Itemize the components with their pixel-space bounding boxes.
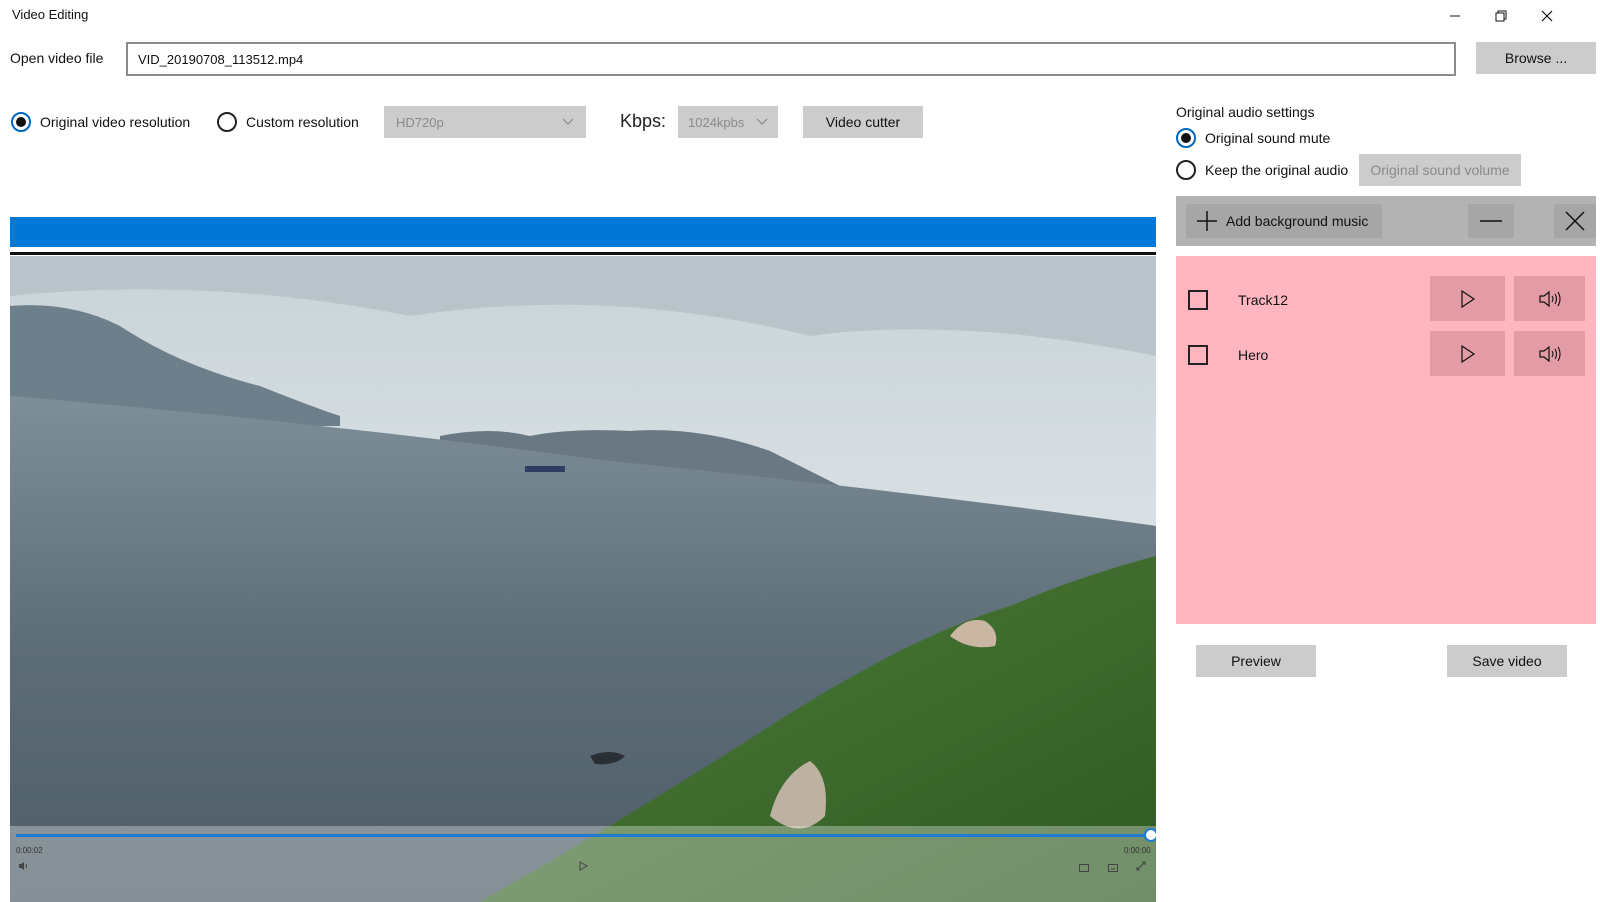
minimize-icon	[1450, 15, 1460, 17]
track-play-button[interactable]	[1430, 276, 1505, 321]
close-icon	[1565, 211, 1585, 231]
original-resolution-label: Original video resolution	[40, 114, 191, 130]
kbps-label: Kbps:	[620, 111, 667, 131]
sound-mute-label: Original sound mute	[1205, 130, 1331, 146]
video-file-input[interactable]	[126, 42, 1456, 76]
chevron-down-icon	[562, 118, 574, 125]
track-volume-button[interactable]	[1514, 276, 1585, 321]
restore-icon	[1495, 10, 1507, 22]
keep-audio-label: Keep the original audio	[1205, 162, 1349, 178]
minimize-button[interactable]	[1432, 0, 1478, 32]
original-sound-volume-button[interactable]: Original sound volume	[1359, 154, 1521, 186]
track-name: Hero	[1238, 347, 1269, 363]
seek-bar[interactable]	[16, 834, 1152, 837]
resolution-preset-value: HD720p	[396, 114, 444, 130]
browse-button[interactable]: Browse ...	[1476, 42, 1596, 74]
timeline-bar[interactable]	[10, 217, 1156, 247]
total-time: 0:00:00	[1124, 846, 1151, 855]
chevron-down-icon	[756, 118, 768, 125]
video-cutter-button[interactable]: Video cutter	[803, 106, 923, 138]
clear-music-button[interactable]	[1554, 204, 1596, 238]
video-frame	[10, 256, 1156, 902]
video-player[interactable]: 0:00:02 0:00:00	[10, 256, 1156, 902]
play-icon	[579, 861, 589, 871]
resolution-preset-select[interactable]: HD720p	[384, 106, 586, 138]
track-name: Track12	[1238, 292, 1289, 308]
captions-icon	[1079, 864, 1089, 872]
seek-thumb[interactable]	[1144, 828, 1156, 842]
speaker-icon	[19, 862, 27, 870]
plus-icon	[1197, 211, 1217, 231]
play-button[interactable]	[578, 858, 589, 876]
add-background-music-button[interactable]: Add background music	[1186, 204, 1382, 238]
close-icon	[1541, 10, 1553, 22]
preview-button[interactable]: Preview	[1196, 645, 1316, 677]
fullscreen-button[interactable]	[1136, 858, 1146, 876]
captions-button[interactable]	[1079, 859, 1089, 877]
track-checkbox[interactable]	[1188, 345, 1208, 365]
custom-resolution-radio[interactable]	[217, 112, 237, 132]
kbps-value: 1024kpbs	[688, 114, 745, 130]
speaker-icon	[1538, 345, 1561, 362]
kbps-select[interactable]: 1024kpbs	[678, 106, 778, 138]
play-icon	[1460, 289, 1475, 308]
keep-audio-radio[interactable]	[1176, 160, 1196, 180]
window-title: Video Editing	[12, 7, 89, 22]
cast-icon	[1108, 864, 1118, 872]
audio-settings-heading: Original audio settings	[1176, 104, 1315, 120]
fullscreen-icon	[1136, 861, 1146, 871]
cast-button[interactable]	[1108, 859, 1118, 877]
minus-icon	[1480, 220, 1502, 222]
add-background-music-label: Add background music	[1226, 213, 1369, 229]
restore-button[interactable]	[1478, 0, 1524, 32]
track-play-button[interactable]	[1430, 331, 1505, 376]
mute-button[interactable]	[18, 858, 30, 876]
track-checkbox[interactable]	[1188, 290, 1208, 310]
open-video-file-label: Open video file	[10, 50, 104, 66]
remove-music-button[interactable]	[1468, 204, 1514, 238]
timeline-divider	[10, 252, 1156, 255]
close-button[interactable]	[1524, 0, 1570, 32]
custom-resolution-label: Custom resolution	[246, 114, 359, 130]
speaker-icon	[1538, 290, 1561, 307]
play-icon	[1460, 344, 1475, 363]
original-resolution-radio[interactable]	[11, 112, 31, 132]
sound-mute-radio[interactable]	[1176, 128, 1196, 148]
track-volume-button[interactable]	[1514, 331, 1585, 376]
current-time: 0:00:02	[16, 846, 43, 855]
save-video-button[interactable]: Save video	[1447, 645, 1567, 677]
